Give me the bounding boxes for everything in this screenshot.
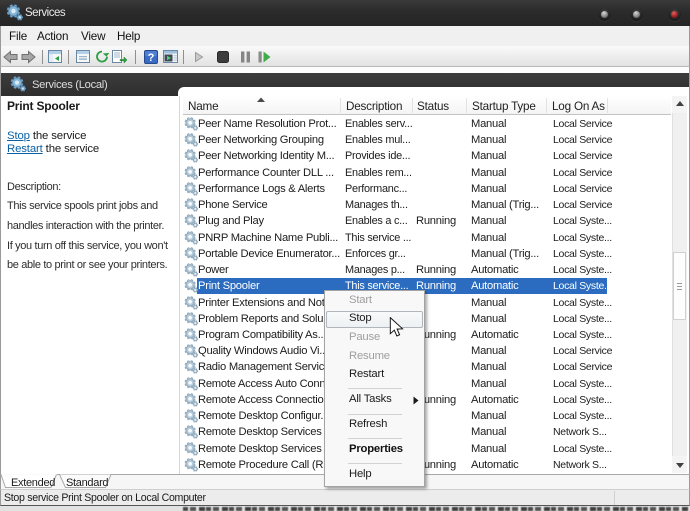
svg-text:?: ? (148, 52, 155, 64)
